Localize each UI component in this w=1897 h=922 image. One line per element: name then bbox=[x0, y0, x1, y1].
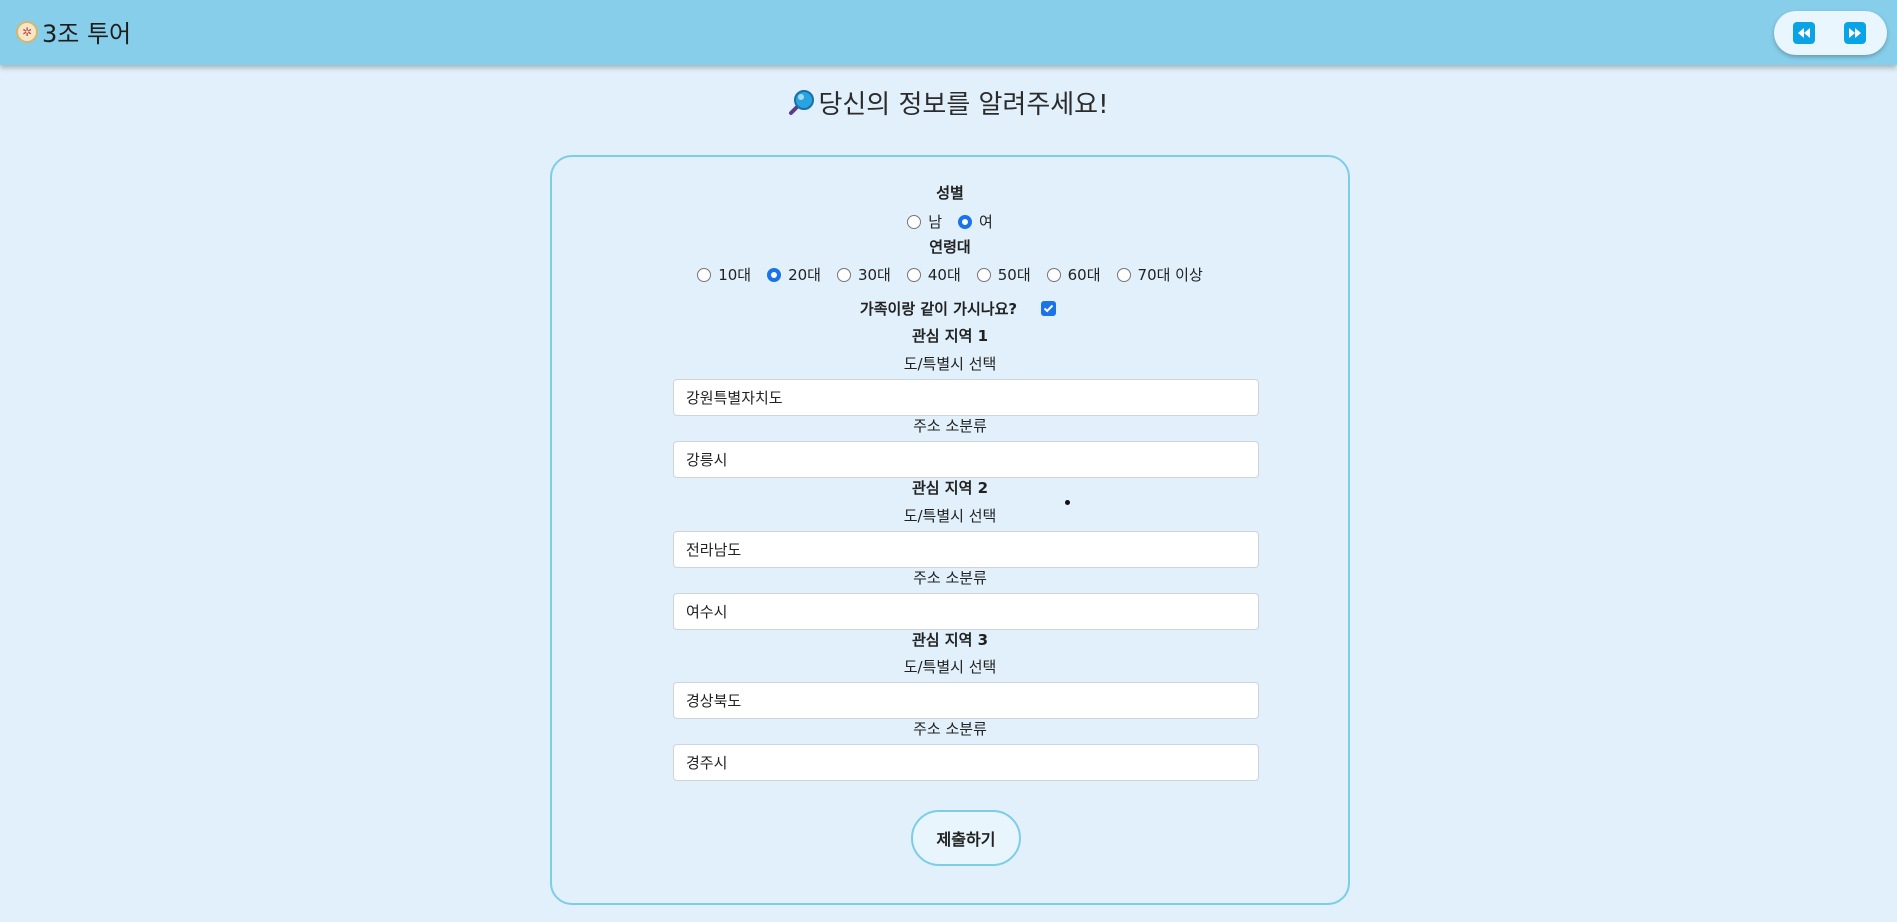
rewind-icon bbox=[1798, 28, 1810, 38]
age-option-60s[interactable]: 60대 bbox=[1046, 264, 1101, 285]
top-navbar: ✲ 3조 투어 bbox=[0, 0, 1897, 65]
nav-controls bbox=[1774, 11, 1887, 55]
region-1-city-label: 주소 소분류 bbox=[913, 417, 987, 435]
region-3-title: 관심 지역 3 bbox=[911, 631, 989, 649]
radio-button[interactable] bbox=[1116, 267, 1131, 282]
region-2-title: 관심 지역 2 bbox=[911, 479, 989, 497]
brand[interactable]: ✲ 3조 투어 bbox=[16, 14, 131, 49]
submit-button[interactable]: 제출하기 bbox=[911, 810, 1021, 866]
age-option-20s[interactable]: 20대 bbox=[767, 264, 821, 285]
age-label: 연령대 bbox=[929, 238, 971, 256]
mouse-cursor bbox=[1065, 500, 1070, 505]
region-3-province-select[interactable] bbox=[673, 682, 1259, 719]
check-icon bbox=[1043, 304, 1054, 313]
age-option-30s[interactable]: 30대 bbox=[836, 264, 891, 285]
previous-button[interactable] bbox=[1793, 22, 1815, 44]
brand-title: 3조 투어 bbox=[42, 20, 132, 48]
radio-button[interactable] bbox=[1046, 267, 1061, 282]
gender-option-male[interactable]: 남 bbox=[907, 211, 942, 232]
region-1-title: 관심 지역 1 bbox=[911, 327, 989, 345]
age-option-70s-plus[interactable]: 70대 이상 bbox=[1116, 264, 1203, 285]
radio-button[interactable] bbox=[976, 267, 991, 282]
radio-button[interactable] bbox=[907, 214, 922, 229]
age-option-10s[interactable]: 10대 bbox=[697, 264, 751, 285]
region-3-city-label: 주소 소분류 bbox=[913, 720, 987, 738]
gender-option-female[interactable]: 여 bbox=[958, 211, 993, 232]
page-title: 당신의 정보를 알려주세요! bbox=[818, 90, 1109, 120]
family-question-row: 가족이랑 같이 가시나요? bbox=[552, 298, 1348, 319]
radio-button[interactable] bbox=[836, 267, 851, 282]
gender-label: 성별 bbox=[936, 184, 964, 202]
radio-button-selected[interactable] bbox=[958, 214, 972, 229]
region-2-province-label: 도/특별시 선택 bbox=[903, 507, 997, 525]
region-1-province-label: 도/특별시 선택 bbox=[903, 355, 997, 373]
gender-options: 남 여 bbox=[552, 211, 1348, 232]
family-checkbox[interactable] bbox=[1041, 301, 1057, 316]
fast-forward-icon bbox=[1849, 28, 1861, 38]
region-1-city-select[interactable] bbox=[673, 441, 1259, 478]
radio-button-selected[interactable] bbox=[767, 267, 782, 282]
region-2-province-select[interactable] bbox=[673, 531, 1259, 568]
region-3-city-select[interactable] bbox=[673, 744, 1259, 781]
age-option-50s[interactable]: 50대 bbox=[976, 264, 1031, 285]
age-option-40s[interactable]: 40대 bbox=[906, 264, 961, 285]
radio-button[interactable] bbox=[697, 267, 712, 282]
magnifying-glass-icon bbox=[789, 89, 815, 115]
radio-button[interactable] bbox=[906, 267, 921, 282]
region-2-city-label: 주소 소분류 bbox=[913, 569, 987, 587]
family-question-label: 가족이랑 같이 가시나요? bbox=[859, 300, 1018, 318]
info-form: 성별 남 여 연령대 10대 20대 30대 40대 50대 60대 70대 이… bbox=[550, 155, 1350, 905]
region-3-province-label: 도/특별시 선택 bbox=[903, 658, 997, 676]
region-1-province-select[interactable] bbox=[673, 379, 1259, 416]
page-heading: 당신의 정보를 알려주세요! bbox=[0, 84, 1897, 121]
region-2-city-select[interactable] bbox=[673, 593, 1259, 630]
next-button[interactable] bbox=[1844, 22, 1866, 44]
age-options: 10대 20대 30대 40대 50대 60대 70대 이상 bbox=[552, 264, 1348, 285]
compass-icon: ✲ bbox=[16, 20, 38, 43]
